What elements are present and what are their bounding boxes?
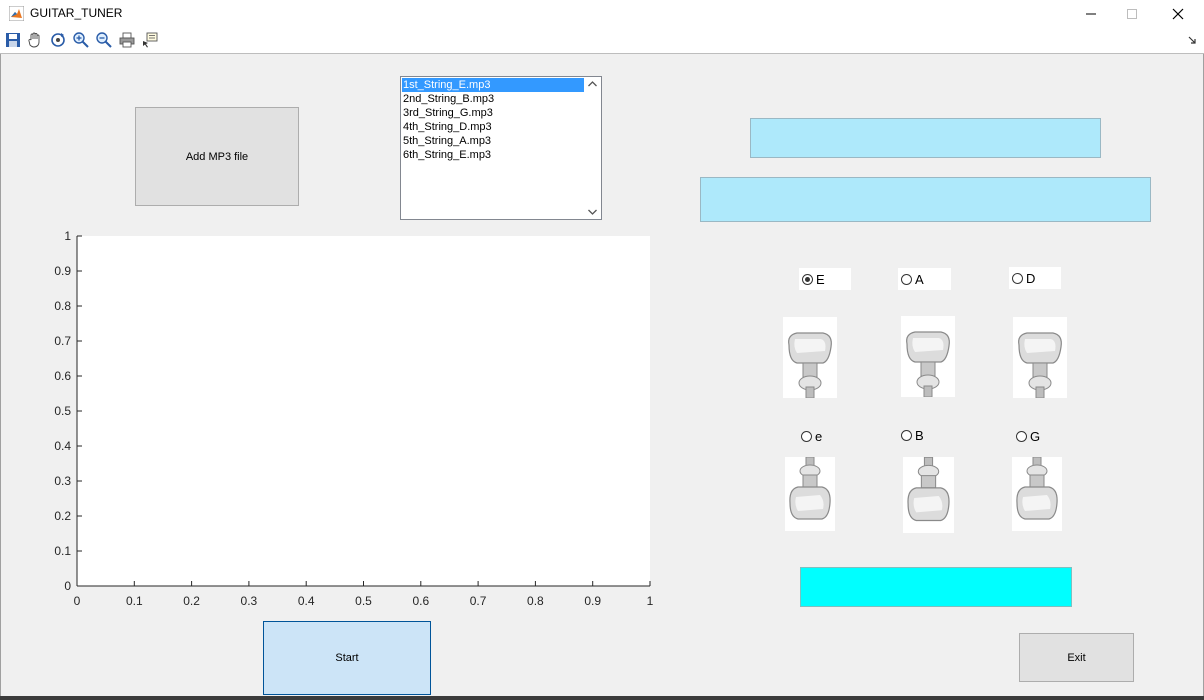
x-tick-label: 0.6: [412, 594, 429, 608]
maximize-icon: [1127, 8, 1137, 19]
x-tick-label: 0.2: [183, 594, 200, 608]
y-tick-label: 0.6: [54, 369, 71, 383]
radio-label: B: [915, 427, 924, 443]
x-tick-label: 1: [647, 594, 654, 608]
tuning-peg-icon: [785, 457, 835, 531]
frequency-display-field[interactable]: [700, 177, 1151, 222]
dock-arrow-icon[interactable]: [1187, 35, 1197, 45]
radio-string-D[interactable]: D: [1009, 267, 1061, 289]
tuning-peg-icon: [903, 457, 954, 533]
radio-indicator: [1016, 430, 1027, 442]
radio-indicator: [801, 430, 812, 442]
tuning-peg-icon: [901, 316, 955, 397]
y-tick-label: 0.8: [54, 299, 71, 313]
radio-label: E: [816, 271, 825, 287]
radio-label: A: [915, 271, 924, 287]
radio-dot: [805, 276, 810, 282]
radio-string-e[interactable]: e: [798, 425, 838, 447]
taskbar-strip: [0, 696, 1204, 700]
maximize-button[interactable]: [1109, 0, 1155, 27]
tuning-status-field[interactable]: [800, 567, 1072, 607]
close-button[interactable]: [1155, 0, 1201, 27]
radio-string-E[interactable]: E: [799, 268, 851, 290]
y-tick-label: 1: [64, 229, 71, 243]
note-display-field[interactable]: [750, 118, 1101, 158]
exit-button[interactable]: Exit: [1019, 633, 1134, 682]
plot-area: [77, 236, 650, 586]
x-tick-label: 0.4: [298, 594, 315, 608]
waveform-axes[interactable]: 0 0.1 0.2 0.3 0.4 0.5 0.6 0.7 0.8 0.9 1 0 0.1 0.2 0.3 0…: [0, 0, 700, 620]
radio-label: e: [815, 428, 823, 444]
tuning-peg-icon: [1012, 457, 1062, 531]
start-button[interactable]: Start: [263, 621, 431, 695]
y-tick-label: 0.1: [54, 544, 71, 558]
radio-indicator: [901, 429, 912, 441]
x-tick-label: 0.8: [527, 594, 544, 608]
x-tick-label: 0: [74, 594, 81, 608]
radio-indicator: [802, 273, 813, 285]
radio-indicator: [901, 273, 912, 285]
y-tick-label: 0: [64, 579, 71, 593]
minimize-button[interactable]: [1068, 0, 1114, 27]
x-tick-label: 0.5: [355, 594, 372, 608]
x-tick-label: 0.3: [241, 594, 258, 608]
radio-label: G: [1030, 428, 1041, 444]
radio-string-A[interactable]: A: [898, 268, 951, 290]
x-tick-label: 0.9: [584, 594, 601, 608]
close-icon: [1172, 8, 1184, 19]
radio-string-B[interactable]: B: [898, 424, 938, 446]
y-tick-label: 0.9: [54, 264, 71, 278]
y-tick-label: 0.5: [54, 404, 71, 418]
y-tick-label: 0.2: [54, 509, 71, 523]
radio-string-G[interactable]: G: [1013, 425, 1053, 447]
y-tick-label: 0.4: [54, 439, 71, 453]
y-tick-label: 0.3: [54, 474, 71, 488]
radio-indicator: [1012, 272, 1023, 284]
minimize-icon: [1086, 13, 1096, 14]
tuning-peg-icon: [1013, 317, 1067, 398]
radio-label: D: [1026, 270, 1036, 286]
x-tick-label: 0.1: [126, 594, 143, 608]
tuning-peg-icon: [783, 317, 837, 398]
y-tick-label: 0.7: [54, 334, 71, 348]
x-tick-label: 0.7: [470, 594, 487, 608]
